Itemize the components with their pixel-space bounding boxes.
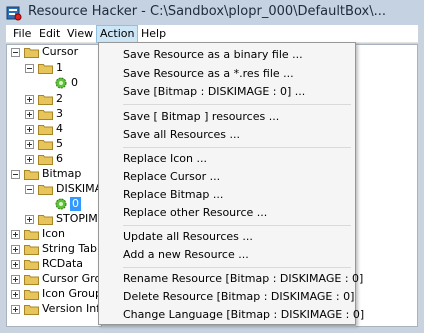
tree-label-string-table: String Table	[42, 242, 102, 255]
folder-icon	[38, 185, 53, 195]
collapse-icon[interactable]	[25, 185, 34, 194]
tree-label-bitmap: Bitmap	[42, 167, 82, 180]
folder-icon	[38, 140, 53, 150]
tree-label: 4	[56, 122, 63, 135]
menu-view[interactable]: View	[64, 25, 96, 43]
menu-add-new-resource[interactable]: Add a new Resource ...	[123, 247, 249, 263]
menu-help[interactable]: Help	[138, 25, 169, 43]
folder-icon	[24, 230, 39, 240]
collapse-icon[interactable]	[25, 64, 34, 73]
folder-icon	[24, 260, 39, 270]
expand-icon[interactable]	[25, 140, 34, 149]
menu-separator	[123, 147, 351, 148]
folder-icon	[24, 245, 39, 255]
folder-icon	[38, 95, 53, 105]
folder-icon	[24, 290, 39, 300]
collapse-icon[interactable]	[11, 170, 20, 179]
menu-save-bitmap-resources[interactable]: Save [ Bitmap ] resources ...	[123, 109, 279, 125]
expand-icon[interactable]	[11, 275, 20, 284]
tree-label-stopimage: STOPIM	[56, 212, 98, 225]
tree-label-icon: Icon	[42, 227, 65, 240]
tree-label-version-info: Version Info	[42, 302, 102, 315]
menu-save-all-resources[interactable]: Save all Resources ...	[123, 127, 240, 143]
tree-label-icon-group: Icon Group	[42, 287, 102, 300]
expand-icon[interactable]	[25, 125, 34, 134]
menu-save-res[interactable]: Save Resource as a *.res file ...	[123, 66, 294, 82]
menu-replace-icon[interactable]: Replace Icon ...	[123, 151, 207, 167]
expand-icon[interactable]	[11, 245, 20, 254]
menu-save-bitmap-diskimage[interactable]: Save [Bitmap : DISKIMAGE : 0] ...	[123, 84, 305, 100]
menu-replace-cursor[interactable]: Replace Cursor ...	[123, 169, 220, 185]
tree-label: 6	[56, 152, 63, 165]
folder-icon	[24, 275, 39, 285]
menu-edit[interactable]: Edit	[36, 25, 63, 43]
menu-rename-resource[interactable]: Rename Resource [Bitmap : DISKIMAGE : 0]	[123, 271, 363, 287]
expand-icon[interactable]	[25, 110, 34, 119]
tree-label-cursor-group: Cursor Grou	[42, 272, 102, 285]
action-menu-dropdown: Save Resource as a binary file ... Save …	[98, 42, 364, 325]
window-title: Resource Hacker - C:\Sandbox\plopr_000\D…	[28, 4, 386, 19]
tree-label-rcdata: RCData	[42, 257, 84, 270]
folder-icon	[38, 125, 53, 135]
menu-file[interactable]: File	[10, 25, 34, 43]
menu-delete-resource[interactable]: Delete Resource [Bitmap : DISKIMAGE : 0]	[123, 289, 354, 305]
expand-icon[interactable]	[25, 215, 34, 224]
app-window: Resource Hacker - C:\Sandbox\plopr_000\D…	[0, 0, 424, 333]
tree-label-selected: 0	[70, 197, 81, 211]
menu-change-language[interactable]: Change Language [Bitmap : DISKIMAGE : 0]	[123, 307, 364, 323]
expand-icon[interactable]	[25, 155, 34, 164]
menu-update-all-resources[interactable]: Update all Resources ...	[123, 229, 253, 245]
menu-replace-bitmap[interactable]: Replace Bitmap ...	[123, 187, 223, 203]
tree-label: 5	[56, 137, 63, 150]
expand-icon[interactable]	[11, 260, 20, 269]
resource-view-pane	[356, 44, 418, 327]
tree-label: 3	[56, 107, 63, 120]
menu-action[interactable]: Action	[96, 25, 139, 43]
green-cursor-icon	[55, 198, 67, 210]
expand-icon[interactable]	[25, 95, 34, 104]
folder-icon	[38, 110, 53, 120]
resource-tree[interactable]: Cursor 1 0 2 3 4 5 6 Bitmap DISKIM 0 STO…	[6, 44, 102, 327]
folder-icon	[24, 305, 39, 315]
folder-icon	[38, 64, 53, 74]
menu-icon-gutter	[99, 43, 119, 324]
menu-separator	[123, 104, 351, 105]
collapse-icon[interactable]	[11, 48, 20, 57]
folder-icon	[38, 215, 53, 225]
menu-separator	[123, 225, 351, 226]
green-cursor-icon	[55, 77, 67, 89]
folder-icon	[24, 48, 39, 58]
tree-label-diskimage: DISKIMAG	[56, 182, 101, 195]
expand-icon[interactable]	[11, 230, 20, 239]
menu-replace-other-resource[interactable]: Replace other Resource ...	[123, 205, 267, 221]
title-bar[interactable]: Resource Hacker - C:\Sandbox\plopr_000\D…	[0, 0, 424, 25]
folder-icon	[24, 170, 39, 180]
tree-label-cursor: Cursor	[42, 45, 79, 58]
tree-label: 0	[71, 76, 78, 89]
tree-label: 2	[56, 92, 63, 105]
menu-bar: File Edit View Action Help	[6, 25, 418, 43]
resource-hacker-app-icon	[6, 6, 22, 21]
expand-icon[interactable]	[11, 305, 20, 314]
folder-icon	[38, 155, 53, 165]
menu-save-binary[interactable]: Save Resource as a binary file ...	[123, 47, 303, 63]
expand-icon[interactable]	[11, 290, 20, 299]
menu-separator	[123, 267, 351, 268]
tree-label: 1	[56, 61, 63, 74]
